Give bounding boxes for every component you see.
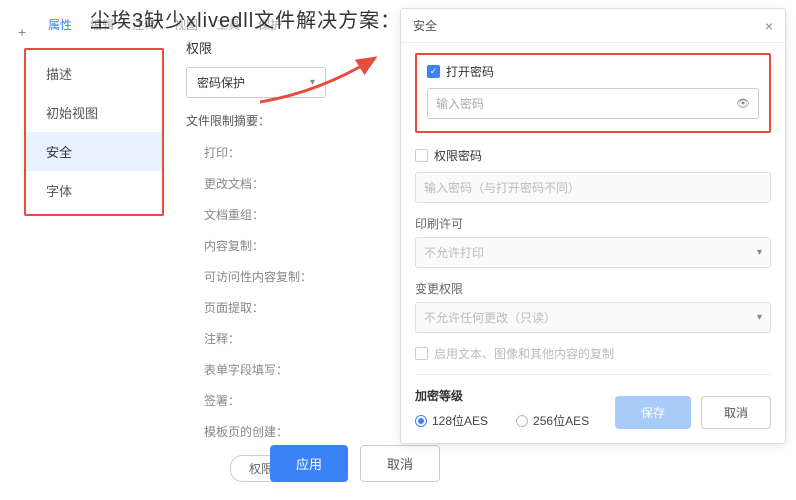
eye-icon[interactable]: 👁 bbox=[736, 97, 750, 110]
radio-icon bbox=[516, 415, 528, 427]
bottom-actions: 应用 取消 bbox=[270, 445, 440, 482]
radio-256aes[interactable]: 256位AES bbox=[516, 412, 589, 429]
sidebar: 描述 初始视图 安全 字体 bbox=[24, 48, 164, 216]
perm-select-value: 密码保护 bbox=[197, 74, 245, 91]
summary-item: 页面提取： bbox=[204, 292, 406, 323]
summary-item: 表单字段填写： bbox=[204, 354, 406, 385]
open-password-placeholder: 输入密码 bbox=[436, 95, 484, 112]
chevron-down-icon: ▾ bbox=[310, 77, 315, 88]
enable-copy-label: 启用文本、图像和其他内容的复制 bbox=[434, 345, 614, 362]
print-perm-label: 印刷许可 bbox=[415, 215, 771, 232]
print-perm-select: 不允许打印 ▾ bbox=[415, 237, 771, 268]
perm-password-checkbox[interactable] bbox=[415, 149, 428, 162]
modal-cancel-button[interactable]: 取消 bbox=[701, 396, 771, 429]
chevron-down-icon: ▾ bbox=[757, 247, 762, 258]
tab-properties[interactable]: 属性 bbox=[48, 16, 72, 33]
modal-header: 安全 × bbox=[401, 9, 785, 43]
apply-button[interactable]: 应用 bbox=[270, 445, 348, 482]
perm-select[interactable]: 密码保护 ▾ bbox=[186, 67, 326, 98]
modal-title: 安全 bbox=[413, 17, 437, 34]
summary-label: 文件限制摘要： bbox=[186, 112, 406, 129]
sidebar-item-initial-view[interactable]: 初始视图 bbox=[26, 93, 162, 132]
radio-icon bbox=[415, 415, 427, 427]
modal-footer: 保存 取消 bbox=[615, 396, 771, 429]
sidebar-item-security[interactable]: 安全 bbox=[26, 132, 162, 171]
chevron-down-icon: ▾ bbox=[757, 312, 762, 323]
open-password-label: 打开密码 bbox=[446, 63, 494, 80]
security-modal: 安全 × ✓ 打开密码 输入密码 👁 权限密码 输入密码（与打开密码不同） bbox=[400, 8, 786, 444]
save-button[interactable]: 保存 bbox=[615, 396, 691, 429]
perm-label: 权限 bbox=[186, 38, 406, 57]
open-password-section: ✓ 打开密码 输入密码 👁 bbox=[415, 53, 771, 133]
change-perm-label: 变更权限 bbox=[415, 280, 771, 297]
sidebar-item-fonts[interactable]: 字体 bbox=[26, 171, 162, 210]
divider bbox=[415, 374, 771, 375]
summary-list: 打印： 更改文档： 文档重组： 内容复制： 可访问性内容复制： 页面提取： 注释… bbox=[186, 137, 406, 447]
open-password-input[interactable]: 输入密码 👁 bbox=[427, 88, 759, 119]
summary-item: 签署： bbox=[204, 385, 406, 416]
main-panel: 权限 密码保护 ▾ 文件限制摘要： 打印： 更改文档： 文档重组： 内容复制： … bbox=[186, 38, 406, 482]
summary-item: 更改文档： bbox=[204, 168, 406, 199]
close-icon[interactable]: × bbox=[765, 18, 773, 34]
open-password-checkbox[interactable]: ✓ bbox=[427, 65, 440, 78]
summary-item: 打印： bbox=[204, 137, 406, 168]
add-button[interactable]: + bbox=[18, 24, 26, 40]
summary-item: 文档重组： bbox=[204, 199, 406, 230]
summary-item: 模板页的创建： bbox=[204, 416, 406, 447]
radio-128aes[interactable]: 128位AES bbox=[415, 412, 488, 429]
summary-item: 内容复制： bbox=[204, 230, 406, 261]
perm-password-input: 输入密码（与打开密码不同） bbox=[415, 172, 771, 203]
perm-password-label: 权限密码 bbox=[434, 147, 482, 164]
summary-item: 注释： bbox=[204, 323, 406, 354]
sidebar-item-description[interactable]: 描述 bbox=[26, 54, 162, 93]
summary-item: 可访问性内容复制： bbox=[204, 261, 406, 292]
enable-copy-checkbox[interactable] bbox=[415, 347, 428, 360]
change-perm-select: 不允许任何更改（只读） ▾ bbox=[415, 302, 771, 333]
cancel-button[interactable]: 取消 bbox=[360, 445, 440, 482]
